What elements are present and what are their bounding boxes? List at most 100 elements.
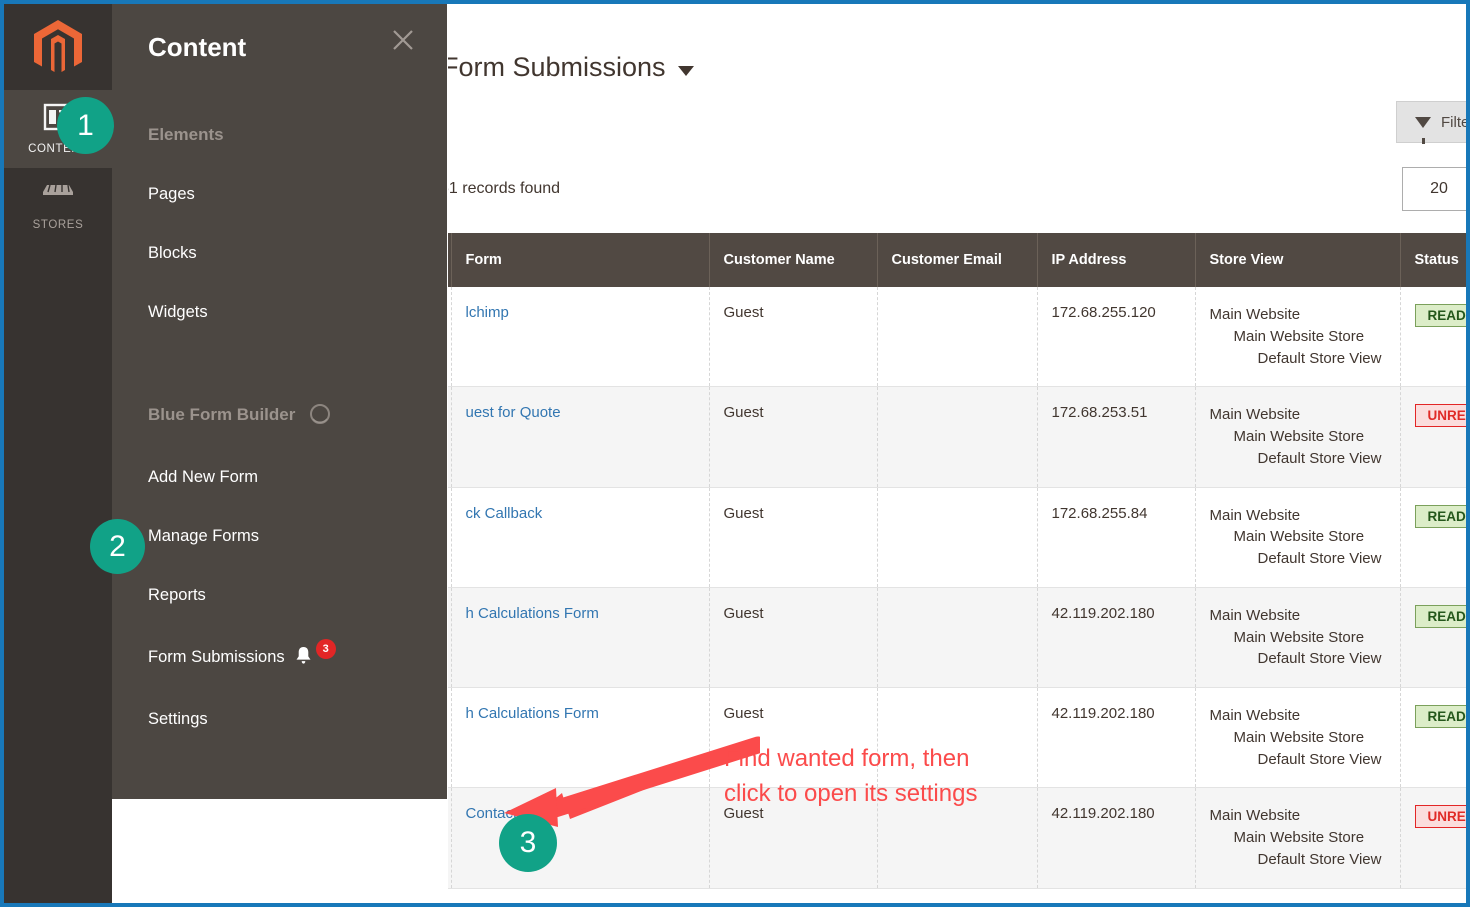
menu-item-pages[interactable]: Pages: [112, 185, 447, 204]
row-store-view: Main WebsiteMain Website StoreDefault St…: [1195, 587, 1400, 687]
row-customer-name: Guest: [709, 487, 877, 587]
row-store-view: Main WebsiteMain Website StoreDefault St…: [1195, 788, 1400, 888]
menu-item-manage-forms[interactable]: Manage Forms: [112, 527, 447, 546]
row-customer-name: Guest: [709, 287, 877, 387]
step-marker-3: 3: [499, 814, 557, 872]
store-view-line: Main Website: [1210, 705, 1386, 727]
store-view-line: Main Website: [1210, 605, 1386, 627]
store-view-line: Main Website: [1210, 304, 1386, 326]
table-row[interactable]: lchimp Guest 172.68.255.120 Main WebsiteMai…: [448, 287, 1466, 387]
row-ip-address: 42.119.202.180: [1037, 587, 1195, 687]
menu-item-reports[interactable]: Reports: [112, 586, 447, 605]
store-view-line: Default Store View: [1210, 648, 1386, 670]
row-customer-email: [877, 287, 1037, 387]
close-icon[interactable]: [389, 26, 417, 54]
row-form-name[interactable]: ck Callback: [451, 487, 709, 587]
row-store-view: Main WebsiteMain Website StoreDefault St…: [1195, 487, 1400, 587]
store-view-line: Default Store View: [1210, 548, 1386, 570]
menu-item-form-submissions[interactable]: Form Submissions 3: [112, 645, 447, 670]
row-ip-address: 42.119.202.180: [1037, 688, 1195, 788]
store-view-line: Default Store View: [1210, 749, 1386, 771]
page-title: Form Submissions: [448, 4, 1466, 83]
store-view-line: Main Website Store: [1210, 827, 1386, 849]
table-header-row: ID Action Form Customer Name Customer Em…: [448, 233, 1466, 287]
th-ip-address[interactable]: IP Address: [1037, 233, 1195, 287]
row-status-cell: READ: [1400, 487, 1466, 587]
menu-item-blocks[interactable]: Blocks: [112, 244, 447, 263]
row-form-name[interactable]: uest for Quote: [451, 387, 709, 487]
menu-item-widgets[interactable]: Widgets: [112, 303, 447, 322]
th-store-view[interactable]: Store View: [1195, 233, 1400, 287]
store-view-line: Main Website: [1210, 404, 1386, 426]
row-form-name[interactable]: h Calculations Form: [451, 587, 709, 687]
menu-item-add-new-form[interactable]: Add New Form: [112, 468, 447, 487]
per-page-value: 20: [1403, 168, 1466, 210]
annotation-callout: Find wanted form, then click to open its…: [724, 742, 977, 812]
row-status-cell: READ: [1400, 688, 1466, 788]
store-view-line: Main Website Store: [1210, 326, 1386, 348]
filters-label: Filters: [1441, 114, 1466, 131]
filters-button[interactable]: Filters: [1396, 101, 1466, 143]
row-form-name-link[interactable]: lchimp: [466, 304, 509, 321]
storefront-icon: [41, 183, 75, 212]
th-form[interactable]: Form: [451, 233, 709, 287]
row-form-name-link[interactable]: uest for Quote: [466, 404, 561, 421]
table-row[interactable]: h Calculations FormGuest42.119.202.180Ma…: [448, 587, 1466, 687]
store-view-line: Main Website Store: [1210, 727, 1386, 749]
flyout-group-title-elements: Elements: [112, 125, 447, 145]
step-marker-2: 2: [90, 519, 145, 574]
row-ip-address: 172.68.253.51: [1037, 387, 1195, 487]
row-status-cell: READ: [1400, 287, 1466, 387]
store-view-line: Main Website Store: [1210, 627, 1386, 649]
table-row[interactable]: ck CallbackGuest172.68.255.84Main Websit…: [448, 487, 1466, 587]
store-view-line: Main Website Store: [1210, 526, 1386, 548]
store-view-line: Default Store View: [1210, 849, 1386, 871]
form-submissions-badge: 3: [316, 639, 336, 659]
row-status-cell: UNREAD: [1400, 387, 1466, 487]
th-customer-name[interactable]: Customer Name: [709, 233, 877, 287]
row-form-name-link[interactable]: ck Callback: [466, 505, 543, 522]
per-page-selector[interactable]: 20: [1402, 167, 1466, 211]
row-store-view: Main WebsiteMain Website StoreDefault St…: [1195, 688, 1400, 788]
th-customer-email[interactable]: Customer Email: [877, 233, 1037, 287]
th-status[interactable]: Status: [1400, 233, 1466, 287]
status-badge: READ: [1415, 304, 1467, 327]
status-badge: UNREAD: [1415, 404, 1467, 427]
toolbar: Filters: [448, 101, 1466, 143]
flyout-group-title-bfb: Blue Form Builder: [148, 405, 295, 425]
flyout-header: Content: [112, 4, 447, 63]
funnel-icon: [1415, 117, 1431, 128]
row-customer-email: [877, 387, 1037, 487]
table-row[interactable]: uest for QuoteGuest172.68.253.51Main Web…: [448, 387, 1466, 487]
store-view-line: Main Website: [1210, 805, 1386, 827]
row-customer-email: [877, 487, 1037, 587]
status-badge: READ: [1415, 605, 1467, 628]
row-ip-address: 172.68.255.84: [1037, 487, 1195, 587]
store-view-line: Default Store View: [1210, 448, 1386, 470]
row-form-name[interactable]: lchimp: [451, 287, 709, 387]
magento-logo[interactable]: [4, 4, 112, 90]
sidebar-item-stores[interactable]: STORES: [4, 168, 112, 246]
row-customer-name: Guest: [709, 387, 877, 487]
row-form-name-link[interactable]: h Calculations Form: [466, 705, 599, 722]
row-ip-address: 172.68.255.120: [1037, 287, 1195, 387]
row-customer-name: Guest: [709, 587, 877, 687]
records-found-text: 61 records found: [448, 180, 560, 198]
row-ip-address: 42.119.202.180: [1037, 788, 1195, 888]
flyout-title: Content: [148, 32, 417, 63]
page-title-text: Form Submissions: [448, 52, 666, 83]
row-form-name-link[interactable]: h Calculations Form: [466, 605, 599, 622]
chevron-down-icon[interactable]: [678, 66, 694, 76]
menu-item-settings[interactable]: Settings: [112, 710, 447, 729]
store-view-line: Main Website: [1210, 505, 1386, 527]
row-status-cell: UNREAD: [1400, 788, 1466, 888]
magento-logo-icon: [32, 19, 84, 75]
row-store-view: Main WebsiteMain Website StoreDefault St…: [1195, 387, 1400, 487]
store-view-line: Main Website Store: [1210, 426, 1386, 448]
menu-item-label: Form Submissions: [148, 648, 285, 667]
status-badge: READ: [1415, 705, 1467, 728]
status-badge: READ: [1415, 505, 1467, 528]
flyout-group-blue-form-builder: Blue Form Builder: [112, 402, 447, 428]
row-status-cell: READ: [1400, 587, 1466, 687]
screenshot-root: CONTENT 3 STORES Content: [0, 0, 1470, 907]
